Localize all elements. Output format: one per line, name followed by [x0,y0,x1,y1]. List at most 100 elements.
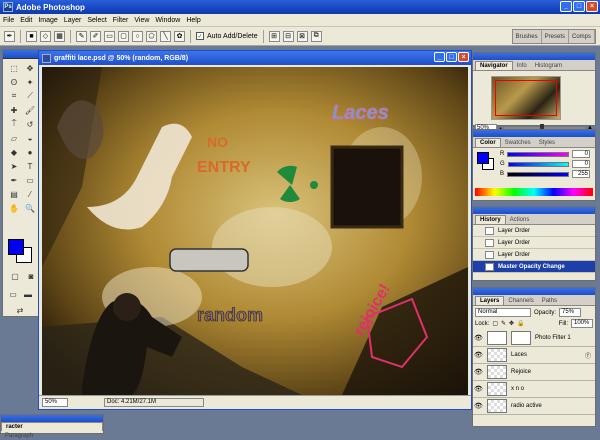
brush-icon[interactable]: 🖌 [23,104,37,116]
document-title-bar[interactable]: graffiti lace.psd @ 50% (random, RGB/8) … [39,51,471,65]
auto-add-delete-checkbox[interactable]: ✓ [196,32,204,40]
tab-navigator[interactable]: Navigator [475,61,513,70]
history-item[interactable]: Layer Order [473,237,595,249]
green-slider[interactable] [507,161,569,167]
eyedropper-icon[interactable]: ⁄ [23,188,37,200]
menu-window[interactable]: Window [155,17,180,24]
foreground-color-swatch[interactable] [8,239,24,255]
rounded-rectangle-icon[interactable]: ▢ [118,30,129,42]
hand-icon[interactable]: ✋ [7,202,21,214]
tab-history[interactable]: History [475,215,506,224]
maximize-button[interactable]: □ [573,1,585,12]
layer-row[interactable]: 👁 Laces ⓕ [473,347,595,364]
color-foreground-swatch[interactable] [477,152,489,164]
screen-mode-full-icon[interactable]: ▬ [21,288,35,300]
jump-to-imageready-icon[interactable]: ⇄ [13,304,27,316]
image-canvas[interactable]: NO ENTRY Laces random rejoice! [42,67,468,395]
polygon-icon[interactable]: ⬠ [146,30,157,42]
tab-paragraph[interactable]: Paragraph [1,431,103,440]
magic-wand-icon[interactable]: ✦ [23,76,37,88]
quick-mask-icon[interactable]: ◙ [24,270,38,282]
blend-mode-select[interactable]: Normal [475,308,531,317]
green-value[interactable]: 0 [572,160,590,168]
pen-tool-preset-icon[interactable]: ✒ [4,30,15,42]
custom-shape-icon[interactable]: ✿ [174,30,185,42]
freeform-pen-icon[interactable]: ✐ [90,30,101,42]
toolbox-grip[interactable] [3,50,38,59]
eye-icon[interactable]: 👁 [473,351,484,359]
panel-grip[interactable] [473,53,595,60]
doc-close-button[interactable]: × [458,52,469,62]
zoom-icon[interactable]: 🔍 [23,202,37,214]
well-presets[interactable]: Presets [542,30,569,43]
history-item[interactable]: Layer Order [473,225,595,237]
tab-character[interactable]: racter [1,422,103,431]
menu-file[interactable]: File [3,17,14,24]
panel-grip[interactable] [473,130,595,137]
red-slider[interactable] [507,151,569,157]
intersect-path-icon[interactable]: ⊠ [296,30,308,42]
ellipse-icon[interactable]: ○ [132,30,143,42]
line-icon[interactable]: ╲ [160,30,171,42]
path-selection-icon[interactable]: ➤ [7,160,21,172]
pen-tool-icon[interactable]: ✒ [7,174,21,186]
paint-bucket-icon[interactable]: ◒ [23,132,37,144]
tab-info[interactable]: Info [513,61,531,70]
blue-slider[interactable] [507,171,569,177]
menu-edit[interactable]: Edit [20,17,32,24]
tab-layers[interactable]: Layers [475,296,505,305]
marquee-icon[interactable]: ⬚ [7,62,21,74]
panel-grip[interactable] [1,415,103,422]
history-item-selected[interactable]: Master Opacity Change [473,261,595,273]
tab-channels[interactable]: Channels [504,296,537,305]
add-path-icon[interactable]: ⊞ [268,30,280,42]
navigator-thumbnail[interactable] [491,76,561,120]
doc-size-info[interactable]: Doc: 4.21M/27.1M [104,398,204,407]
eye-icon[interactable]: 👁 [473,385,484,393]
doc-maximize-button[interactable]: □ [446,52,457,62]
rectangle-icon[interactable]: ▭ [104,30,115,42]
eraser-icon[interactable]: ▱ [7,132,21,144]
opacity-field[interactable]: 75% [559,308,582,317]
exclude-path-icon[interactable]: ⧉ [310,30,322,42]
subtract-path-icon[interactable]: ⊟ [282,30,294,42]
lock-image-icon[interactable]: ✎ [501,320,506,327]
shape-layers-icon[interactable]: ■ [26,30,37,42]
lock-position-icon[interactable]: ✥ [509,320,514,327]
tab-color[interactable]: Color [475,138,501,147]
shape-tool-icon[interactable]: ▭ [23,174,37,186]
layer-row[interactable]: 👁 Rejoice [473,364,595,381]
eye-icon[interactable]: 👁 [473,402,484,410]
tab-swatches[interactable]: Swatches [501,138,535,147]
layer-row[interactable]: 👁 radio active [473,398,595,415]
panel-grip[interactable] [473,207,595,214]
clone-stamp-icon[interactable]: ⍑ [7,118,21,130]
menu-view[interactable]: View [134,17,149,24]
tab-histogram[interactable]: Histogram [531,61,566,70]
close-button[interactable]: × [586,1,598,12]
history-item[interactable]: Layer Order [473,249,595,261]
eye-icon[interactable]: 👁 [473,368,484,376]
doc-minimize-button[interactable]: _ [434,52,445,62]
layer-row[interactable]: 👁 x n o [473,381,595,398]
fill-field[interactable]: 100% [571,319,593,328]
minimize-button[interactable]: _ [560,1,572,12]
dodge-icon[interactable]: ● [23,146,37,158]
eye-icon[interactable]: 👁 [473,334,484,342]
fill-pixels-icon[interactable]: ▦ [54,30,65,42]
well-brushes[interactable]: Brushes [513,30,542,43]
crop-icon[interactable]: ⌗ [7,90,21,102]
menu-image[interactable]: Image [38,17,57,24]
layer-row[interactable]: 👁 Photo Filter 1 [473,330,595,347]
layer-style-icon[interactable]: ⓕ [585,351,591,360]
healing-brush-icon[interactable]: ✚ [7,104,21,116]
tab-styles[interactable]: Styles [535,138,559,147]
zoom-field[interactable]: 50% [42,398,68,407]
paths-icon[interactable]: ◇ [40,30,51,42]
menu-help[interactable]: Help [186,17,200,24]
notes-icon[interactable]: ▤ [7,188,21,200]
color-spectrum-bar[interactable] [475,188,593,196]
type-icon[interactable]: T [23,160,37,172]
pen-icon[interactable]: ✎ [76,30,87,42]
slice-icon[interactable]: ⟋ [23,90,37,102]
